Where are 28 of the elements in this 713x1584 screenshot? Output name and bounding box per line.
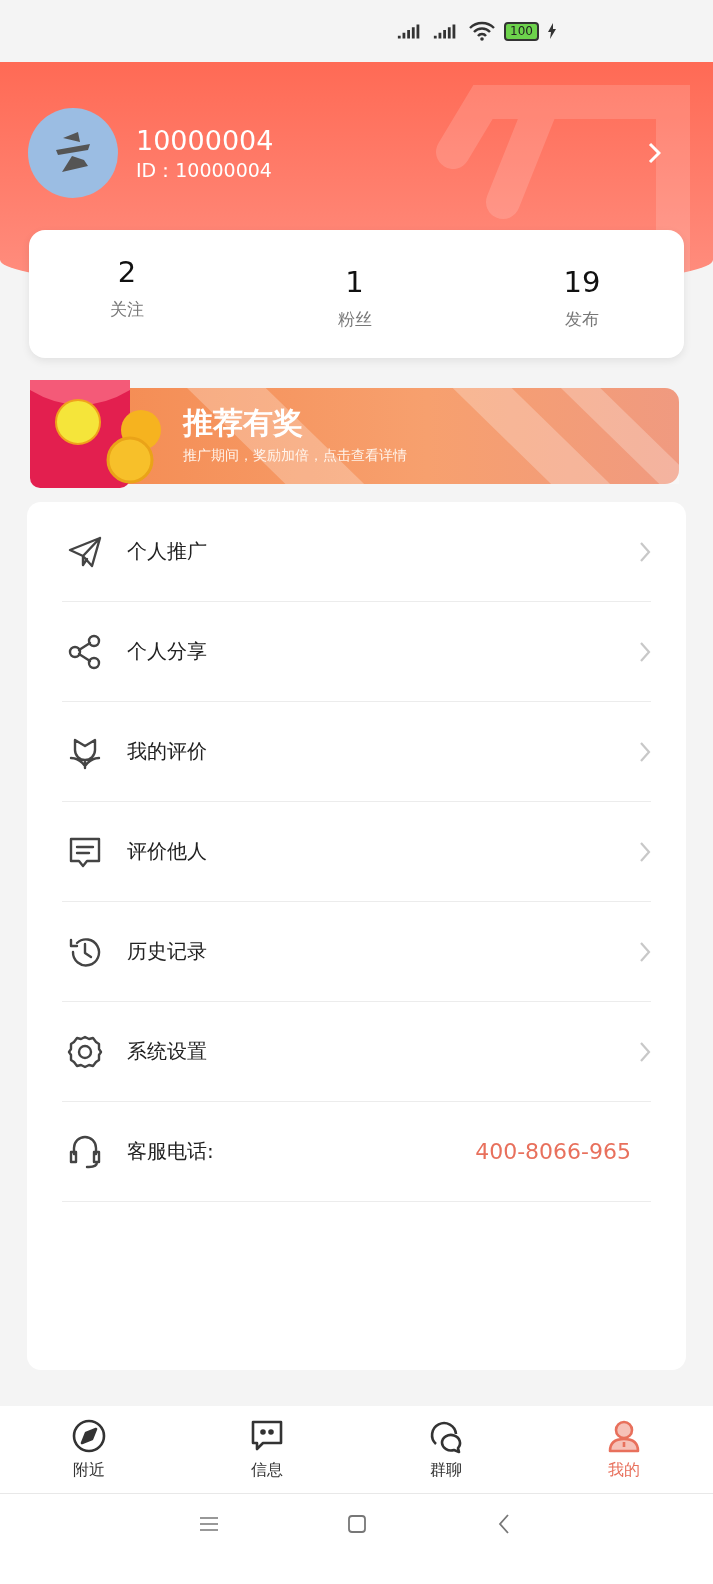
compass-icon [71, 1418, 108, 1454]
menu-label[interactable]: 历史记录 [127, 938, 639, 965]
stat-label: 发布 [565, 308, 599, 331]
wifi-icon [468, 21, 497, 41]
nav-tab[interactable]: 附近 [0, 1406, 179, 1493]
battery-level: 100 [504, 21, 539, 41]
user-id: ID：10000004 [136, 158, 273, 182]
menu-label[interactable]: 个人分享 [127, 638, 639, 665]
share-icon [67, 633, 103, 670]
chevron-right-icon[interactable] [647, 141, 661, 165]
menu-label[interactable]: 我的评价 [127, 738, 639, 765]
stat-label: 关注 [110, 298, 144, 321]
menu-label[interactable]: 客服电话: [127, 1138, 476, 1165]
banner-title: 推荐有奖 [183, 404, 304, 442]
menu-label[interactable]: 系统设置 [127, 1038, 639, 1065]
banner-subtitle: 推广期间，奖励加倍，点击查看详情 [183, 447, 407, 465]
stat-label: 粉丝 [337, 308, 372, 331]
headset-icon [67, 1133, 103, 1170]
user-name: 10000004 [136, 124, 275, 158]
nav-tab[interactable]: 群聊 [356, 1406, 535, 1493]
stat-value: 2 [117, 254, 137, 290]
menu-label[interactable]: 个人推广 [127, 538, 639, 565]
stat-value: 1 [345, 264, 364, 300]
nav-tab[interactable]: 信息 [178, 1406, 357, 1493]
menu-label[interactable]: 评价他人 [127, 838, 639, 865]
stat-value: 19 [563, 264, 601, 300]
charging-icon [547, 23, 557, 39]
settings-icon [67, 1033, 103, 1070]
